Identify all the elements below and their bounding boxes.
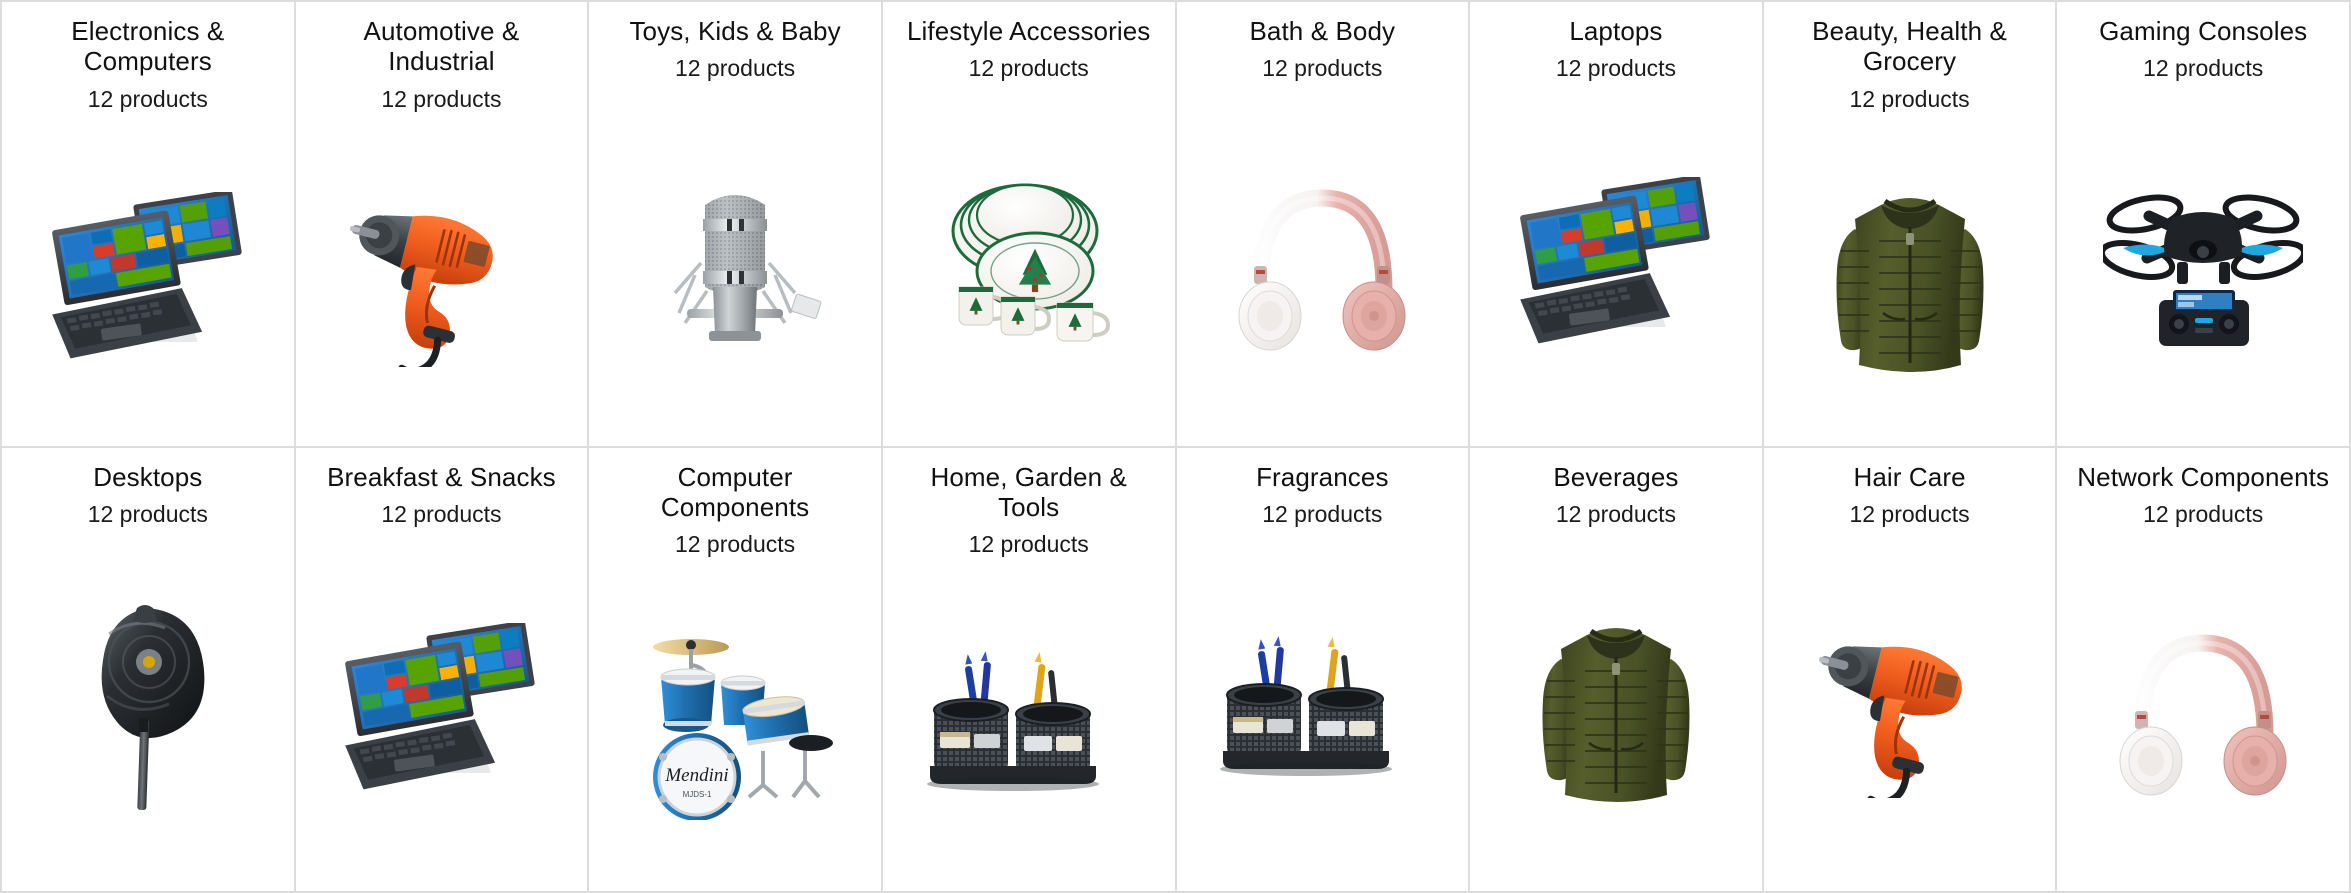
category-thumbnail (12, 115, 284, 439)
category-card[interactable]: Lifestyle Accessories 12 products (882, 2, 1177, 448)
category-product-count: 12 products (674, 531, 796, 558)
category-product-count: 12 products (1555, 500, 1677, 527)
orange-power-drill-icon (1818, 646, 1962, 798)
category-thumbnail (1187, 85, 1459, 440)
category-card[interactable]: Bath & Body 12 products (1176, 2, 1471, 448)
christmas-tree-dinnerware-icon (951, 183, 1110, 342)
olive-puffer-jacket-icon (1836, 197, 1984, 372)
category-card[interactable]: Beverages 12 products (1470, 447, 1764, 893)
category-title: Toys, Kids & Baby (629, 16, 841, 46)
category-card[interactable]: Toys, Kids & Baby 12 products (589, 2, 883, 448)
category-card[interactable]: Desktops 12 products (2, 447, 296, 893)
category-card[interactable]: Fragrances 12 products (1176, 447, 1471, 893)
category-card[interactable]: Gaming Consoles 12 products (2057, 2, 2351, 448)
category-thumbnail (2067, 85, 2339, 440)
svg-text:MJDS-1: MJDS-1 (683, 790, 712, 799)
category-title: Desktops (93, 461, 203, 492)
category-title: Lifestyle Accessories (906, 16, 1151, 46)
category-title: Bath & Body (1249, 16, 1396, 46)
golf-driver-club-icon (101, 605, 205, 811)
category-thumbnail (306, 531, 578, 886)
category-title: Electronics & Computers (71, 16, 225, 77)
category-product-count: 12 products (87, 500, 208, 527)
svg-text:Mendini: Mendini (664, 765, 728, 786)
category-thumbnail (599, 85, 871, 440)
convertible-laptop-windows-icon (1520, 177, 1710, 344)
olive-puffer-jacket-icon (1542, 628, 1690, 803)
category-thumbnail (893, 561, 1165, 885)
category-product-count: 12 products (968, 55, 1089, 82)
category-title: Network Components (2077, 461, 2330, 492)
category-card[interactable]: Network Components 12 products (2057, 447, 2351, 893)
category-card[interactable]: Laptops 12 products (1470, 2, 1764, 448)
category-product-count: 12 products (2143, 500, 2264, 527)
category-thumbnail (1480, 531, 1752, 886)
category-product-count: 12 products (2143, 55, 2264, 82)
condenser-microphone-icon (673, 195, 822, 342)
category-card[interactable]: Automotive & Industrial 12 products (295, 2, 590, 448)
category-title: Automotive & Industrial (363, 16, 520, 77)
category-card[interactable]: Beauty, Health & Grocery 12 products (1763, 2, 2058, 448)
category-product-count: 12 products (1849, 500, 1970, 527)
blue-junior-drum-set-icon: Mendini MJDS-1 (653, 639, 834, 821)
category-title: Breakfast & Snacks (327, 461, 556, 492)
category-title: Beauty, Health & Grocery (1812, 16, 2007, 77)
category-thumbnail (306, 115, 578, 439)
category-product-count: 12 products (674, 55, 796, 82)
orange-power-drill-icon (350, 215, 494, 368)
category-title: Beverages (1553, 461, 1679, 492)
category-product-count: 12 products (1555, 55, 1677, 82)
category-card[interactable]: Computer Components 12 products Mendini M… (589, 447, 883, 893)
category-product-count: 12 products (1262, 500, 1383, 527)
mesh-desk-organizer-icon (1220, 635, 1393, 776)
category-title: Laptops (1569, 16, 1663, 46)
category-product-count: 12 products (1849, 85, 1970, 112)
convertible-laptop-windows-icon (51, 192, 242, 359)
category-thumbnail (12, 531, 284, 886)
category-title: Home, Garden & Tools (930, 461, 1127, 522)
category-product-count: 12 products (87, 85, 208, 112)
category-card[interactable]: Home, Garden & Tools 12 products (882, 447, 1177, 893)
rose-gold-headphones-icon (2119, 634, 2287, 796)
category-title: Hair Care (1853, 461, 1966, 492)
category-product-count: 12 products (381, 85, 502, 112)
mesh-desk-organizer-icon (926, 651, 1099, 791)
category-thumbnail (893, 85, 1165, 440)
category-thumbnail (2067, 531, 2339, 886)
category-thumbnail: Mendini MJDS-1 (599, 561, 871, 885)
category-thumbnail (1480, 85, 1752, 440)
convertible-laptop-windows-icon (345, 622, 536, 790)
category-card[interactable]: Breakfast & Snacks 12 products (295, 447, 590, 893)
category-card[interactable]: Hair Care 12 products (1763, 447, 2058, 893)
category-thumbnail (1774, 531, 2046, 886)
category-thumbnail (1774, 115, 2046, 439)
rose-gold-headphones-icon (1238, 189, 1406, 351)
category-product-count: 12 products (381, 500, 502, 527)
category-title: Gaming Consoles (2099, 16, 2308, 46)
category-card[interactable]: Electronics & Computers 12 products (2, 2, 296, 448)
category-product-count: 12 products (968, 531, 1089, 558)
category-thumbnail (1187, 531, 1459, 886)
category-grid: Electronics & Computers 12 products Auto… (0, 0, 2351, 893)
category-title: Computer Components (660, 461, 810, 522)
category-title: Fragrances (1256, 461, 1389, 492)
quadcopter-drone-controller-icon (2103, 194, 2304, 347)
category-product-count: 12 products (1262, 55, 1383, 82)
